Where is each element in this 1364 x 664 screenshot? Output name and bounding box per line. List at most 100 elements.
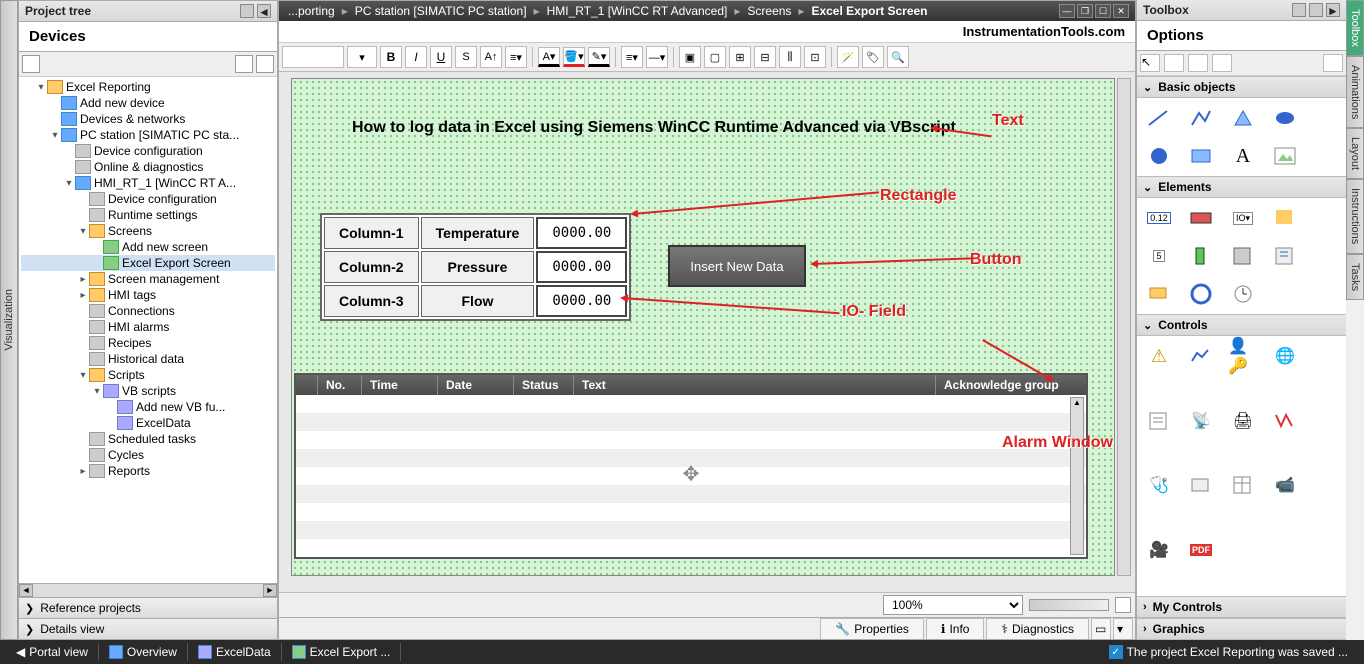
tree-item-2[interactable]: Devices & networks (21, 111, 275, 127)
data-table[interactable]: Column-1 Temperature 0000.00 Column-2 Pr… (320, 213, 631, 321)
camera-tool-icon[interactable]: 🎥 (1143, 536, 1175, 564)
tree-item-1[interactable]: Add new device (21, 95, 275, 111)
options-label[interactable]: Options (1137, 21, 1346, 51)
expander-icon[interactable]: ▾ (49, 130, 61, 141)
tree-item-3[interactable]: ▾PC station [SIMATIC PC sta... (21, 127, 275, 143)
text-tool-icon[interactable]: A (1227, 142, 1259, 170)
canvas-title-text[interactable]: How to log data in Excel using Siemens W… (352, 119, 956, 137)
ellipse-tool-icon[interactable] (1269, 104, 1301, 132)
tree-item-8[interactable]: Runtime settings (21, 207, 275, 223)
portal-view-button[interactable]: ◀Portal view (6, 643, 99, 661)
tree-tool-left-icon[interactable] (22, 55, 40, 73)
tree-item-0[interactable]: ▾Excel Reporting (21, 79, 275, 95)
media-player-tool-icon[interactable]: 📹 (1269, 471, 1301, 499)
symbolic-io-tool-icon[interactable]: IO▾ (1227, 204, 1259, 232)
fx-tool-icon[interactable] (1269, 407, 1301, 435)
send-back-button[interactable]: ▢ (704, 46, 726, 68)
clock-tool-icon[interactable] (1227, 280, 1259, 308)
circle-tool-icon[interactable] (1143, 142, 1175, 170)
bar-tool-icon[interactable] (1185, 242, 1217, 270)
crumb-3[interactable]: Screens (744, 4, 794, 18)
underline-button[interactable]: U (430, 46, 452, 68)
col2-io-field[interactable]: 0000.00 (536, 251, 627, 283)
distribute-button[interactable]: ⫼ (779, 46, 801, 68)
tree-item-24[interactable]: ▸Reports (21, 463, 275, 479)
alarm-col-time[interactable]: Time (362, 375, 438, 395)
right-tab-tasks[interactable]: Tasks (1346, 254, 1364, 300)
exceldata-tab-button[interactable]: ExcelData (188, 643, 282, 661)
alarm-col-status[interactable]: Status (514, 375, 574, 395)
tree-item-13[interactable]: ▸HMI tags (21, 287, 275, 303)
group-button[interactable]: ⊡ (804, 46, 826, 68)
tree-tool-list-icon[interactable] (256, 55, 274, 73)
expander-icon[interactable]: ▾ (77, 226, 89, 237)
col1-desc[interactable]: Temperature (421, 217, 535, 249)
font-size-select[interactable]: ▾ (347, 46, 377, 68)
tree-item-14[interactable]: Connections (21, 303, 275, 319)
rectangle-tool-icon[interactable] (1185, 142, 1217, 170)
tree-item-6[interactable]: ▾HMI_RT_1 [WinCC RT A... (21, 175, 275, 191)
tree-item-10[interactable]: Add new screen (21, 239, 275, 255)
info-tab[interactable]: ℹInfo (926, 618, 985, 639)
line-tool-icon[interactable] (1143, 104, 1175, 132)
move-handle-icon[interactable]: ✥ (683, 462, 700, 487)
pdf-view-tool-icon[interactable]: PDF (1185, 536, 1217, 564)
slider-tool-icon[interactable] (1143, 280, 1175, 308)
window-close-icon[interactable]: ✕ (1113, 4, 1129, 18)
alarm-scroll-v[interactable] (1070, 397, 1084, 555)
window-minimize-icon[interactable]: — (1059, 4, 1075, 18)
tree-item-15[interactable]: HMI alarms (21, 319, 275, 335)
opt-grid-icon[interactable] (1188, 54, 1208, 72)
status-force-tool-icon[interactable] (1185, 471, 1217, 499)
font-color-button[interactable]: A▾ (538, 47, 560, 67)
switch-tool-icon[interactable] (1227, 242, 1259, 270)
controls-header[interactable]: ⌄Controls (1137, 314, 1346, 336)
insert-new-data-button[interactable]: Insert New Data (668, 245, 806, 287)
overview-button[interactable]: Overview (99, 643, 188, 661)
excel-export-tab-button[interactable]: Excel Export ... (282, 643, 402, 661)
tree-item-4[interactable]: Device configuration (21, 143, 275, 159)
line-style-button[interactable]: —▾ (646, 46, 668, 68)
polygon-tool-icon[interactable] (1227, 104, 1259, 132)
image-tool-icon[interactable] (1269, 142, 1301, 170)
alarm-col-icon[interactable] (296, 375, 318, 395)
tree-hscroll[interactable]: ◄► (19, 583, 277, 597)
button-tool-icon[interactable] (1185, 204, 1217, 232)
collapse-left-icon[interactable]: ◄ (257, 4, 271, 18)
col3-label[interactable]: Column-3 (324, 285, 419, 317)
tree-item-19[interactable]: ▾VB scripts (21, 383, 275, 399)
toolbox-pin-icon[interactable] (1292, 3, 1306, 17)
tree-tool-grid-icon[interactable] (235, 55, 253, 73)
superscript-button[interactable]: A↑ (480, 46, 502, 68)
tree-item-9[interactable]: ▾Screens (21, 223, 275, 239)
window-maximize-icon[interactable]: ☐ (1095, 4, 1111, 18)
col1-label[interactable]: Column-1 (324, 217, 419, 249)
graphics-header[interactable]: ›Graphics (1137, 618, 1346, 640)
gauge-tool-icon[interactable] (1185, 280, 1217, 308)
right-tab-toolbox[interactable]: Toolbox (1346, 0, 1364, 56)
alarm-col-no[interactable]: No. (318, 375, 362, 395)
align-menu[interactable]: ≡▾ (505, 46, 527, 68)
opt-more-icon[interactable] (1323, 54, 1343, 72)
tree-item-12[interactable]: ▸Screen management (21, 271, 275, 287)
inspector-expand-icon[interactable]: ▾ (1113, 618, 1133, 639)
align-h-button[interactable]: ≡▾ (621, 46, 643, 68)
opt-pointer-icon[interactable]: ↖ (1140, 54, 1160, 72)
bold-button[interactable]: B (380, 46, 402, 68)
tree-item-21[interactable]: ExcelData (21, 415, 275, 431)
tree-item-5[interactable]: Online & diagnostics (21, 159, 275, 175)
properties-tab[interactable]: 🔧Properties (820, 618, 924, 639)
window-popout-icon[interactable]: ❐ (1077, 4, 1093, 18)
toolbox-dock-icon[interactable] (1309, 3, 1323, 17)
crumb-2[interactable]: HMI_RT_1 [WinCC RT Advanced] (544, 4, 731, 18)
expander-icon[interactable]: ▾ (91, 386, 103, 397)
expander-icon[interactable]: ▾ (35, 82, 47, 93)
left-side-tab-visualization[interactable]: Visualization (0, 0, 18, 640)
alarm-body[interactable]: ✥ (296, 395, 1086, 553)
printer-tool-icon[interactable]: 🖨 (1227, 407, 1259, 435)
tree-item-16[interactable]: Recipes (21, 335, 275, 351)
opt-list-icon[interactable] (1212, 54, 1232, 72)
trend-view-tool-icon[interactable] (1185, 342, 1217, 370)
right-tab-instructions[interactable]: Instructions (1346, 179, 1364, 253)
satellite-tool-icon[interactable]: 📡 (1185, 407, 1217, 435)
